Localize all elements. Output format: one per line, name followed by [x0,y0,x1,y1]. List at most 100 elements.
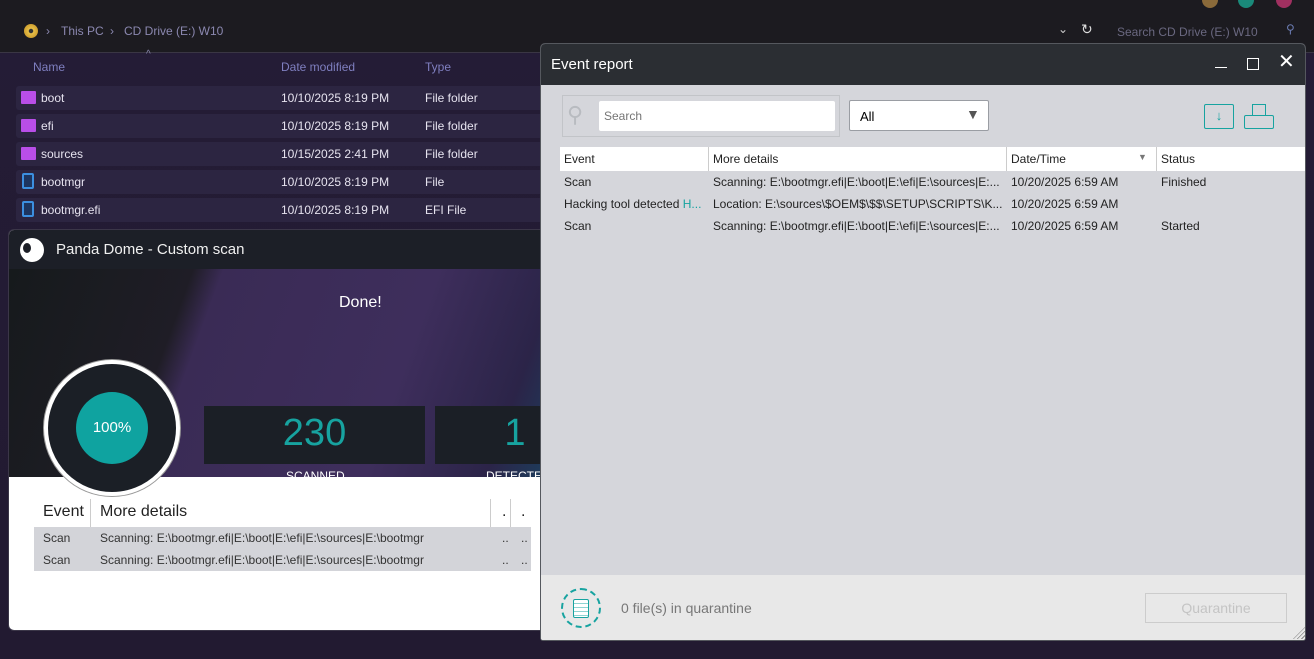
file-name: bootmgr [41,175,86,189]
table-header: Event More details Date/Time ▼ Status [560,147,1305,171]
scanned-count: 230 [282,412,347,454]
column-event[interactable]: Event [43,503,84,521]
panda-logo-icon [20,238,44,262]
scanned-label: SCANNED [286,469,345,483]
row-details: Scanning: E:\bootmgr.efi|E:\boot|E:\efi|… [100,553,424,567]
breadcrumb-separator: › [110,24,114,38]
close-icon[interactable]: ✕ [1278,52,1295,72]
file-date: 10/10/2025 8:19 PM [281,91,390,105]
file-type: File [425,175,445,189]
file-type: File folder [425,147,478,161]
history-dropdown-icon[interactable]: ⌄ [1058,22,1068,36]
file-row[interactable]: sources 10/15/2025 2:41 PM File folder [16,142,546,166]
quarantine-count: 0 file(s) in quarantine [621,600,752,616]
search-input[interactable] [599,101,835,131]
file-row[interactable]: bootmgr 10/10/2025 8:19 PM File [16,170,546,194]
scan-status: Done! [339,294,382,311]
minimize-icon[interactable] [1215,54,1227,68]
search-input[interactable]: Search CD Drive (E:) W10 [1117,25,1258,39]
threat-link[interactable]: H... [683,197,702,211]
file-name: efi [41,119,54,133]
breadcrumb-separator: › [46,24,50,38]
column-event[interactable]: Event [560,147,709,171]
search-icon: ⚲ [1286,22,1295,36]
file-name: bootmgr.efi [41,203,101,217]
table-row[interactable]: Scan Scanning: E:\bootmgr.efi|E:\boot|E:… [560,171,1305,193]
row-datetime: 10/20/2025 6:59 AM [1011,175,1119,189]
detected-box: 1 [435,406,547,464]
column-name[interactable]: Name [33,60,65,74]
table-header: Event More details . . [34,499,531,527]
table-row[interactable]: Scan Scanning: E:\bootmgr.efi|E:\boot|E:… [34,549,531,571]
row-date: .. [502,531,509,545]
file-name: boot [41,91,65,105]
row-event: Scan [43,531,71,545]
row-datetime: 10/20/2025 6:59 AM [1011,219,1119,233]
row-event: Scan [564,219,592,233]
filter-select[interactable]: All ▼ [849,100,989,131]
file-type: File folder [425,119,478,133]
progress-ring: 100% [44,360,180,496]
quarantine-button[interactable]: Quarantine [1145,593,1287,623]
window-title: Panda Dome - Custom scan [56,241,245,258]
resize-grip[interactable] [1293,627,1305,639]
row-datetime: 10/20/2025 6:59 AM [1011,197,1119,211]
file-type: File folder [425,91,478,105]
export-folder-icon[interactable]: ↓ [1204,104,1234,129]
sort-descending-icon: ▼ [1138,152,1147,162]
table-row[interactable]: Scan Scanning: E:\bootmgr.efi|E:\boot|E:… [34,527,531,549]
quarantine-footer: 0 file(s) in quarantine Quarantine [541,575,1305,640]
scanned-box: 230 [204,406,425,464]
refresh-icon[interactable]: ↻ [1081,21,1093,38]
column-date[interactable]: . [502,503,506,521]
file-row[interactable]: boot 10/10/2025 8:19 PM File folder [16,86,546,110]
table-row[interactable]: Hacking tool detected H... Location: E:\… [560,193,1305,215]
row-date: .. [502,553,509,567]
file-date: 10/15/2025 2:41 PM [281,147,390,161]
column-more-details[interactable]: More details [709,147,1007,171]
breadcrumb-cd-drive[interactable]: CD Drive (E:) W10 [124,24,223,38]
folder-icon [21,91,36,104]
quarantine-icon [561,588,601,628]
progress-percent: 100% [76,392,148,464]
window-title: Event report [551,56,633,73]
file-date: 10/10/2025 8:19 PM [281,119,390,133]
maximize-icon[interactable] [1247,58,1259,70]
file-name: sources [41,147,84,161]
folder-icon [21,119,36,132]
row-status: Finished [1161,175,1207,189]
row-event: Hacking tool detected H... [564,197,702,211]
search-group: ⚲ [562,95,840,137]
dropdown-arrow-icon: ▼ [966,106,980,122]
search-icon: ⚲ [567,102,584,127]
filter-value: All [860,109,875,124]
row-status: .. [521,553,528,567]
column-type[interactable]: Type [425,60,451,74]
table-row[interactable]: Scan Scanning: E:\bootmgr.efi|E:\boot|E:… [560,215,1305,237]
print-icon[interactable] [1244,104,1274,130]
row-details: Scanning: E:\bootmgr.efi|E:\boot|E:\efi|… [713,175,1000,189]
column-status[interactable]: Status [1157,147,1305,171]
file-type: EFI File [425,203,467,217]
title-bar: Event report ✕ [541,44,1305,85]
cd-drive-icon [24,24,38,38]
row-event: Scan [564,175,592,189]
column-date-time[interactable]: Date/Time [1007,147,1157,171]
row-details: Scanning: E:\bootmgr.efi|E:\boot|E:\efi|… [713,219,1000,233]
scan-events-table: Event More details . . Scan Scanning: E:… [34,499,531,571]
system-file-icon [22,201,34,217]
folder-icon [21,147,36,160]
file-row[interactable]: bootmgr.efi 10/10/2025 8:19 PM EFI File [16,198,546,222]
column-status[interactable]: . [521,503,525,521]
column-date-modified[interactable]: Date modified [281,60,355,74]
column-more-details[interactable]: More details [100,503,187,521]
row-status: Started [1161,219,1200,233]
file-date: 10/10/2025 8:19 PM [281,175,390,189]
breadcrumb-this-pc[interactable]: This PC [61,24,104,38]
row-status: .. [521,531,528,545]
system-file-icon [22,173,34,189]
title-bar: Panda Dome - Custom scan [9,230,547,269]
event-report-window: Event report ✕ ⚲ All ▼ ↓ Event More deta… [540,43,1306,641]
file-date: 10/10/2025 8:19 PM [281,203,390,217]
file-row[interactable]: efi 10/10/2025 8:19 PM File folder [16,114,546,138]
